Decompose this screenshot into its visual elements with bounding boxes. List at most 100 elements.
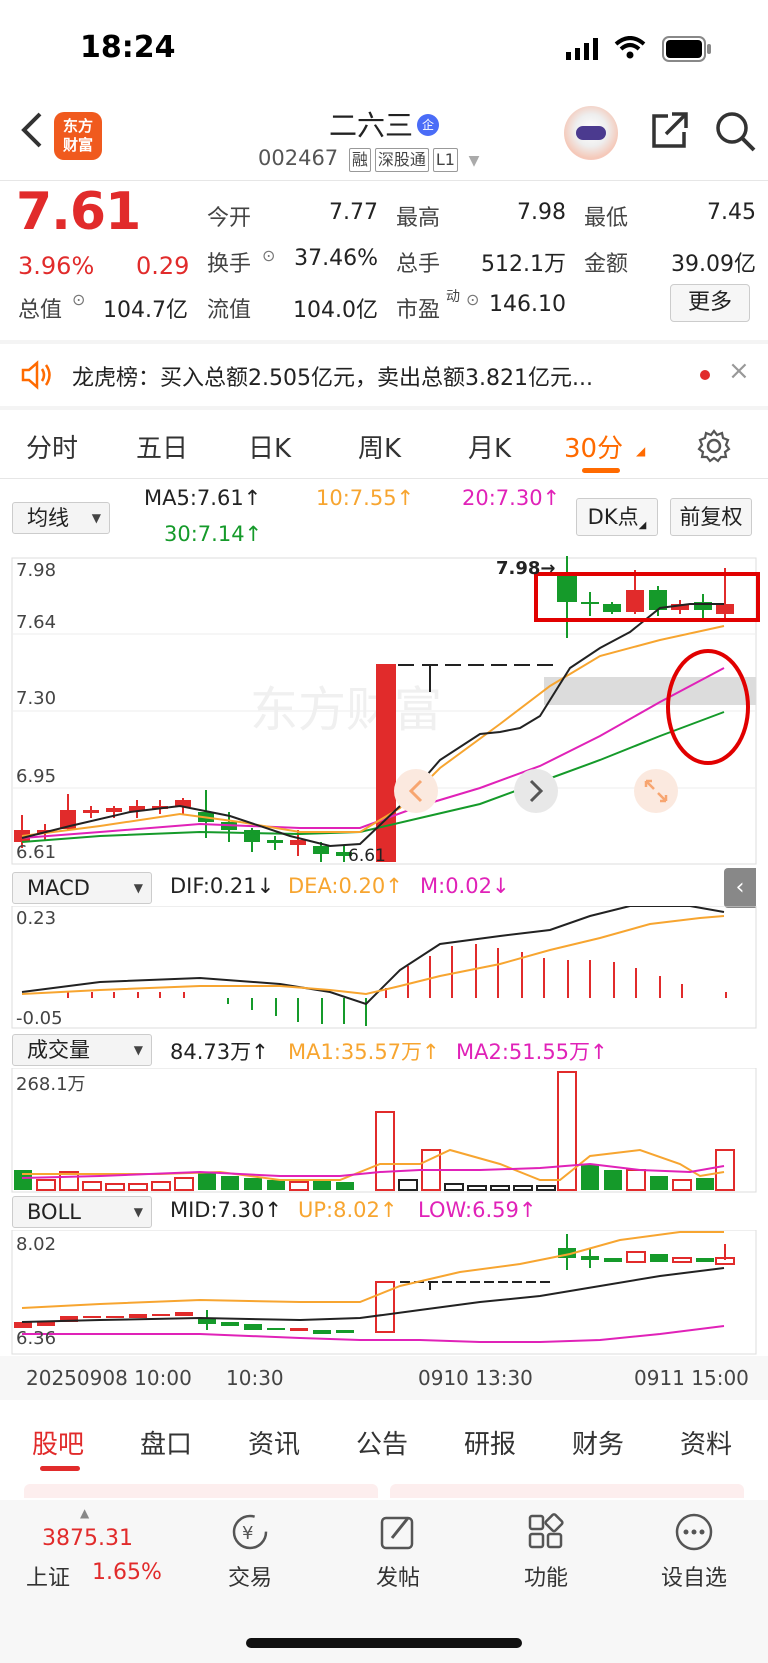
trade-button[interactable]: ¥ 交易 [200, 1512, 300, 1592]
divider [0, 406, 768, 410]
corner-arrow-icon: ◢ [636, 444, 646, 458]
stock-code: 002467 [258, 146, 339, 170]
status-bar: 18:24 [0, 0, 768, 100]
index-name[interactable]: 上证 [26, 1560, 70, 1592]
settings-gear-icon[interactable] [696, 428, 732, 464]
close-icon[interactable]: × [728, 356, 750, 386]
post-button[interactable]: 发帖 [348, 1512, 448, 1592]
kline-chart[interactable]: 东方财富 [0, 556, 768, 866]
grid-icon [528, 1513, 564, 1549]
macd-y-bottom: -0.05 [16, 1008, 63, 1029]
trade-label: 交易 [227, 1566, 272, 1591]
watchlist-label: 设自选 [660, 1566, 727, 1591]
chevron-down-icon: ▼ [133, 881, 143, 895]
y-label-2: 7.64 [16, 612, 57, 633]
prev-icon[interactable] [394, 769, 438, 813]
tab-profile[interactable]: 资料 [680, 1424, 732, 1461]
watermark-logo: 东方财富 [250, 682, 442, 738]
boll-y-top: 8.02 [16, 1234, 57, 1255]
time-label-4: 0911 15:00 [634, 1366, 749, 1390]
svg-text:¥: ¥ [242, 1523, 253, 1544]
amount-label: 金额 [584, 252, 629, 277]
turnover-value: 37.46% [294, 246, 378, 271]
annotation-circle [666, 649, 750, 765]
low-label: 最低 [584, 206, 629, 231]
market-cap-label: 总值 [18, 298, 63, 323]
volume-ma1: MA1:35.57万↑ [288, 1040, 440, 1064]
ma-select[interactable]: 均线 ▼ [12, 502, 110, 534]
macd-dif: DIF:0.21↓ [170, 874, 275, 898]
tag-margin: 融 [348, 148, 371, 172]
tab-30min[interactable]: 30分 [564, 428, 623, 465]
dea-line [21, 915, 725, 996]
assistant-avatar[interactable] [564, 106, 618, 160]
open-value: 7.77 [329, 200, 378, 225]
tag-level: L1 [432, 148, 458, 172]
time-label-1: 20250908 10:00 [26, 1366, 192, 1390]
stock-subtitle: 002467 融深股通 L1 ▼ [258, 146, 479, 172]
tab-monthly[interactable]: 月K [468, 428, 511, 465]
stock-name: 二六三 [328, 109, 413, 142]
volume-select[interactable]: 成交量 ▼ [12, 1034, 152, 1066]
more-button[interactable]: 更多 [670, 284, 750, 322]
boll-low-line [22, 1325, 725, 1343]
float-cap-value: 104.0亿 [293, 298, 378, 323]
info-icon[interactable]: ⊙ [72, 290, 85, 309]
index-value[interactable]: 3875.31 [42, 1526, 133, 1551]
macd-select[interactable]: MACD ▼ [12, 872, 152, 904]
tab-five-day[interactable]: 五日 [136, 428, 188, 465]
watchlist-button[interactable]: 设自选 [644, 1512, 744, 1592]
high-label: 最高 [396, 206, 441, 231]
chevron-down-icon: ▼ [133, 1043, 143, 1057]
features-button[interactable]: 功能 [496, 1512, 596, 1592]
boll-mid-line [21, 1267, 725, 1323]
adjust-button[interactable]: 前复权 [670, 498, 752, 536]
low-marker: 6.61 [348, 846, 386, 866]
status-time: 18:24 [80, 30, 176, 65]
period-tabs: 分时 五日 日K 周K 月K 30分 ◢ [0, 418, 768, 478]
search-icon[interactable] [714, 110, 756, 152]
tab-research[interactable]: 研报 [464, 1424, 516, 1461]
tab-weekly[interactable]: 周K [358, 428, 401, 465]
index-change[interactable]: 1.65% [92, 1560, 162, 1585]
notice-text: 龙虎榜：买入总额2.505亿元，卖出总额3.821亿元... [72, 366, 593, 391]
card-peek [24, 1484, 378, 1498]
tab-daily[interactable]: 日K [248, 428, 291, 465]
active-tab-underline [40, 1466, 80, 1471]
volume-value: 512.1万 [481, 252, 566, 277]
battery-icon [662, 36, 711, 62]
divider [0, 180, 768, 181]
boll-select[interactable]: BOLL ▼ [12, 1196, 152, 1228]
macd-dea: DEA:0.20↑ [288, 874, 403, 898]
boll-low: LOW:6.59↑ [418, 1198, 537, 1222]
time-label-3: 0910 13:30 [418, 1366, 533, 1390]
tab-intraday[interactable]: 分时 [26, 428, 78, 465]
macd-select-label: MACD [27, 876, 90, 900]
info-icon[interactable]: ⊙ [262, 246, 275, 265]
tab-forum[interactable]: 股吧 [32, 1424, 84, 1461]
tab-news[interactable]: 资讯 [248, 1424, 300, 1461]
ma5-value: MA5:7.61↑ [144, 486, 262, 510]
tab-financials[interactable]: 财务 [572, 1424, 624, 1461]
amount-value: 39.09亿 [671, 252, 756, 277]
notice-bar[interactable]: 龙虎榜：买入总额2.505亿元，卖出总额3.821亿元... × [0, 344, 768, 406]
speaker-icon [21, 360, 51, 390]
enterprise-badge: 企 [417, 114, 439, 136]
expand-icon[interactable] [634, 769, 678, 813]
share-icon[interactable] [650, 110, 690, 150]
volume-chart [11, 1068, 757, 1193]
time-label-2: 10:30 [226, 1366, 284, 1390]
home-indicator[interactable] [246, 1638, 522, 1648]
dropdown-icon[interactable]: ▼ [469, 153, 480, 169]
boll-up: UP:8.02↑ [298, 1198, 398, 1222]
next-icon[interactable] [514, 769, 558, 813]
open-label: 今开 [207, 206, 252, 231]
collapse-panel-icon[interactable]: ‹ [724, 868, 756, 908]
caret-up-icon: ▲ [80, 1506, 90, 1520]
tab-announcements[interactable]: 公告 [356, 1424, 408, 1461]
dk-point-button[interactable]: DK点◢ [576, 498, 658, 536]
volume-select-label: 成交量 [27, 1038, 90, 1062]
tab-orderbook[interactable]: 盘口 [140, 1424, 192, 1461]
change-amount: 0.29 [136, 252, 190, 280]
macd-bars [67, 944, 727, 1026]
